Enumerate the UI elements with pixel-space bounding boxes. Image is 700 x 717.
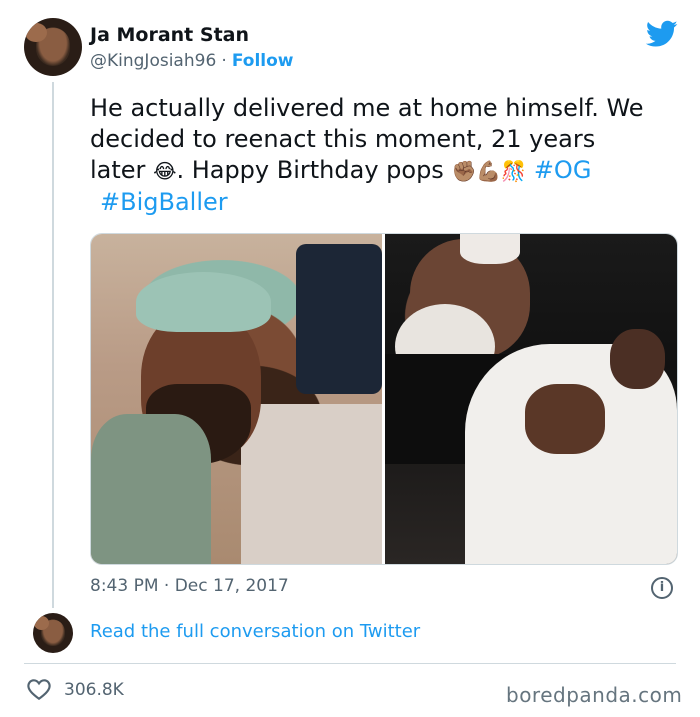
author-name[interactable]: Ja Morant Stan [90,24,249,46]
tweet-text: He actually delivered me at home himself… [90,93,690,218]
heart-icon [27,679,51,701]
tweet-text-line: He actually delivered me at home himself… [90,93,690,124]
hashtag-bigballer-link[interactable]: #BigBaller [100,188,228,216]
handle-row: @KingJosiah96 · Follow [90,51,294,71]
confetti-emoji-icon: 🎊 [501,159,527,183]
hashtag-og-link[interactable]: #OG [534,156,592,184]
author-handle[interactable]: @KingJosiah96 [90,51,216,71]
scrub-cap [136,272,271,332]
divider [24,663,676,664]
laughing-emoji-icon: 😂 [153,159,177,183]
read-conversation-link[interactable]: Read the full conversation on Twitter [90,621,420,642]
muscle-emoji-icon: 💪🏽 [476,159,502,183]
photo-right-image[interactable] [385,234,677,564]
text-line-3b: . Happy Birthday pops [176,156,444,184]
tweet-text-line: later 😂. Happy Birthday pops ✊🏽💪🏽🎊 #OG [90,155,690,187]
twitter-bird-icon[interactable] [645,20,678,48]
follow-button[interactable]: Follow [232,51,294,71]
avatar-hand [33,616,49,630]
white-cap [460,234,520,264]
tweet-text-line: decided to reenact this moment, 21 years [90,124,690,155]
thread-line [52,82,54,608]
blanket-left [241,404,382,564]
like-button[interactable] [26,677,52,703]
like-count[interactable]: 306.8K [64,680,124,700]
tweet-media[interactable] [90,233,678,565]
text-line-2: decided to reenact this moment, 21 years [90,125,596,153]
fist-emoji-icon: ✊🏽 [451,159,477,183]
conversation-avatar[interactable] [33,613,73,653]
man-hand-right [525,384,605,454]
tweet-timestamp[interactable]: 8:43 PM · Dec 17, 2017 [90,576,289,596]
tweet-text-line: #BigBaller [90,187,690,218]
separator-dot: · [221,51,227,71]
dark-pillow [296,244,382,394]
info-icon[interactable]: i [651,577,673,599]
text-line-3a: later [90,156,146,184]
scrub-body [91,414,211,564]
photo-left-image[interactable] [91,234,382,564]
text-line-1: He actually delivered me at home himself… [90,94,644,122]
son-face-right [610,329,665,389]
author-avatar[interactable] [24,18,82,76]
boredpanda-watermark: boredpanda.com [506,683,683,707]
